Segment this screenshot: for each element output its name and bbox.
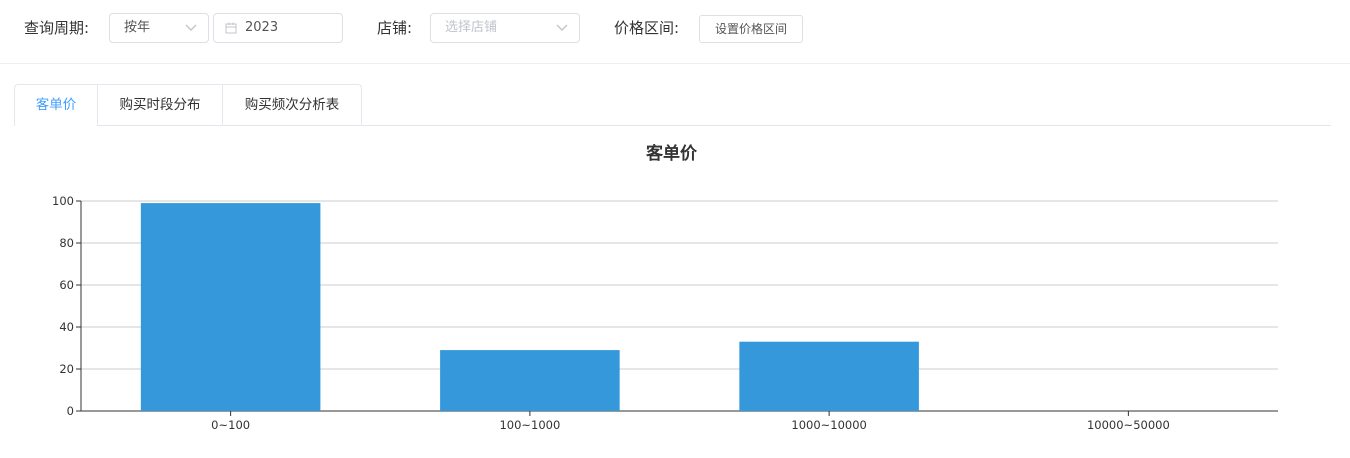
bar-0~100 [140, 203, 321, 411]
tab-purchase-frequency-table[interactable]: 购买频次分析表 [223, 84, 362, 125]
x-tick-label: 10000~50000 [1087, 418, 1170, 432]
store-select[interactable]: 选择店铺 [430, 13, 580, 43]
chevron-down-icon [185, 24, 197, 31]
tab-customer-unit-price[interactable]: 客单价 [14, 84, 98, 126]
calendar-icon [225, 22, 237, 34]
date-picker[interactable]: 2023 [213, 13, 343, 43]
y-tick-label: 0 [67, 404, 74, 418]
chart-title: 客单价 [645, 143, 698, 164]
y-tick-label: 100 [52, 194, 74, 208]
y-tick-label: 60 [59, 278, 74, 292]
set-price-range-button[interactable]: 设置价格区间 [699, 15, 803, 43]
tab-bar: 客单价 购买时段分布 购买频次分析表 [14, 84, 1331, 126]
bar-1000~10000 [739, 341, 919, 411]
bar-chart-svg: 客单价 0 20 40 60 80 100 0~100 100~1000 1000~10000 10… [52, 143, 1278, 432]
tab-purchase-time-distribution[interactable]: 购买时段分布 [98, 84, 223, 125]
bar-100~1000 [440, 350, 620, 411]
chevron-down-icon [556, 24, 568, 31]
period-select-value: 按年 [124, 20, 151, 35]
customer-unit-price-chart: 客单价 0 20 40 60 80 100 0~100 100~1000 1000~10000 10… [0, 130, 1350, 450]
date-value: 2023 [245, 20, 279, 35]
period-select[interactable]: 按年 [109, 13, 209, 43]
x-tick-label: 100~1000 [499, 418, 560, 432]
y-tick-label: 80 [59, 236, 74, 250]
y-tick-label: 40 [59, 320, 74, 334]
filter-bar: 查询周期: 按年 2023 店铺: 选择店铺 价格区间: 设置价格区间 [0, 0, 1350, 64]
x-tick-label: 0~100 [211, 418, 250, 432]
y-tick-label: 20 [59, 362, 74, 376]
x-tick-label: 1000~10000 [791, 418, 867, 432]
price-range-label: 价格区间: [614, 19, 680, 37]
store-label: 店铺: [377, 19, 413, 37]
store-select-placeholder: 选择店铺 [445, 20, 498, 35]
period-label: 查询周期: [24, 19, 90, 37]
